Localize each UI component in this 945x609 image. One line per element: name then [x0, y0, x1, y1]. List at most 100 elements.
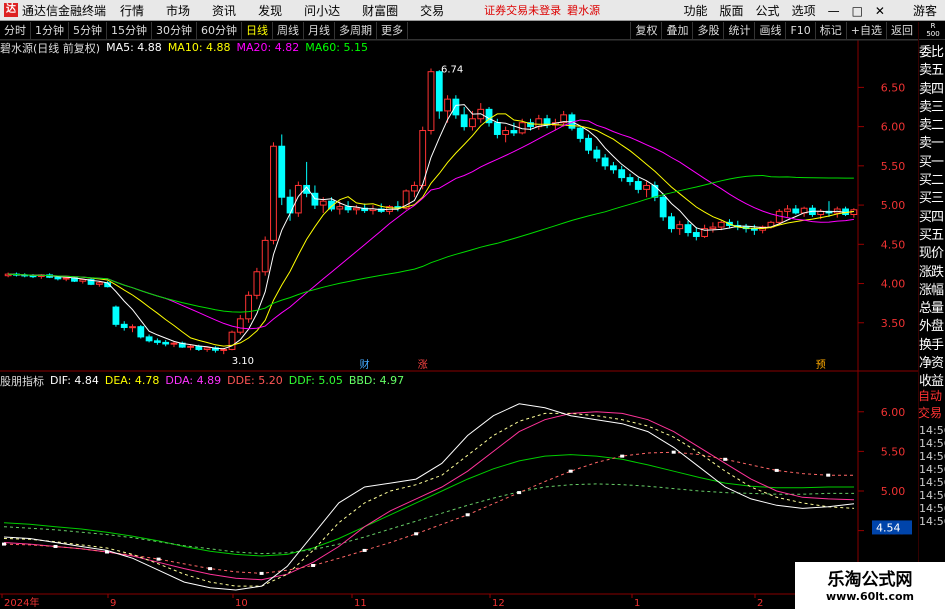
quote-label: 净资: [919, 356, 944, 372]
candle-body: [585, 137, 592, 151]
event-marker: 财: [360, 358, 370, 371]
candle-body: [576, 127, 584, 139]
ma10-label: MA10: 4.88: [167, 41, 231, 54]
candle-body: [245, 294, 252, 320]
candle-body: [137, 326, 145, 338]
bbd-line: [3, 483, 854, 555]
indicator-title: 股朋指标: [0, 374, 44, 388]
dde-marker: [156, 557, 161, 561]
candle-body: [129, 326, 136, 329]
candle-body: [469, 118, 476, 128]
dea-line: [3, 412, 855, 587]
tab-auto[interactable]: 自动: [918, 387, 942, 404]
trade-time: 14:56: [919, 424, 945, 437]
price-panel-title: 碧水源(日线 前复权): [0, 41, 101, 55]
quote-label: 买五: [919, 227, 944, 243]
indicator-y-tick-label: 5.50: [881, 445, 906, 458]
candle-body: [717, 221, 725, 228]
candle-body: [29, 275, 37, 278]
candle-body: [270, 145, 277, 241]
candle-body: [195, 345, 203, 350]
quote-label: 卖一: [919, 136, 944, 152]
dde-marker: [517, 491, 522, 495]
low-label: 3.10: [232, 356, 254, 367]
candle-body: [668, 216, 675, 230]
quote-label: 卖四: [919, 81, 944, 97]
candle-body: [187, 345, 194, 348]
quote-label: 总量: [919, 301, 944, 317]
y-tick-label: 4.50: [881, 238, 906, 251]
trade-time: 14:56: [919, 515, 945, 528]
candle-body: [79, 279, 87, 282]
x-tick-label: 2024年: [4, 596, 39, 609]
ma10-line: [8, 113, 854, 347]
y-tick-label: 5.50: [881, 160, 906, 173]
bbd-label: BBD: 4.97: [348, 374, 405, 387]
candle-body: [618, 169, 626, 179]
ddf-label: DDF: 5.05: [288, 374, 343, 387]
current-value: 4.54: [876, 521, 901, 534]
dde-marker: [53, 544, 58, 548]
high-label: 6.74: [441, 65, 463, 76]
x-tick-label: 10: [235, 598, 248, 609]
y-tick-label: 4.00: [881, 278, 906, 291]
watermark: 乐淘公式网 www.60lt.com: [795, 562, 945, 609]
ma5-line: [8, 104, 854, 350]
dde-marker: [105, 550, 110, 554]
candle-body: [510, 130, 518, 134]
y-tick-label: 5.00: [881, 199, 906, 212]
candle-body: [709, 226, 717, 230]
candle-body: [792, 208, 800, 214]
trade-time: 14:56: [919, 489, 945, 502]
candle-body: [626, 177, 634, 183]
sidebar-header[interactable]: R 500: [921, 22, 945, 38]
dde-marker: [259, 571, 264, 575]
candle-body: [62, 277, 70, 280]
dde-line: [3, 451, 854, 574]
candle-body: [750, 228, 758, 231]
ddf-line: [3, 454, 854, 557]
candle-body: [601, 157, 609, 167]
candle-body: [54, 276, 62, 280]
x-tick-label: 11: [354, 598, 367, 609]
dde-marker: [414, 532, 419, 536]
quote-label: 委比: [919, 45, 944, 60]
kline-chart[interactable]: 6.50 6.00 5.50 5.00 4.50 4.00 3.50 6.00 5.50 5.00…: [0, 0, 918, 609]
quote-label: 换手: [919, 337, 944, 353]
event-marker: 预: [816, 359, 826, 371]
dde-marker: [723, 457, 728, 461]
candle-body: [162, 341, 170, 345]
quote-label: 卖三: [919, 99, 944, 115]
dde-marker: [311, 563, 316, 567]
watermark-url: www.60lt.com: [825, 590, 915, 603]
candle-body: [452, 98, 460, 116]
candle-body: [684, 224, 692, 234]
quote-label: 涨幅: [919, 282, 944, 298]
x-tick-label: 9: [110, 598, 116, 609]
y-tick-label: 6.50: [881, 81, 906, 94]
candle-body: [95, 282, 103, 285]
quote-label: 卖五: [919, 63, 944, 79]
candle-body: [145, 336, 153, 342]
ma60-line: [8, 174, 854, 313]
candle-body: [659, 196, 667, 218]
tab-trade[interactable]: 交易: [918, 404, 942, 421]
dde-marker: [362, 548, 367, 552]
candle-body: [220, 348, 228, 351]
candle-body: [502, 130, 510, 135]
quote-label: 现价: [919, 246, 944, 262]
trade-time: 14:56: [919, 502, 945, 515]
candle-body: [344, 206, 352, 211]
candle-body: [253, 271, 261, 296]
dde-marker: [620, 454, 625, 458]
candle-body: [120, 323, 128, 328]
watermark-title: 乐淘公式网: [827, 570, 913, 590]
candle-body: [153, 340, 161, 343]
y-tick-label: 3.50: [881, 317, 906, 330]
trade-time: 14:56: [919, 450, 945, 463]
indicator-y-tick-label: 6.00: [881, 406, 906, 419]
dde-marker: [2, 542, 6, 546]
candle-body: [427, 71, 435, 132]
candle-body: [435, 71, 443, 112]
candle-body: [203, 347, 211, 350]
